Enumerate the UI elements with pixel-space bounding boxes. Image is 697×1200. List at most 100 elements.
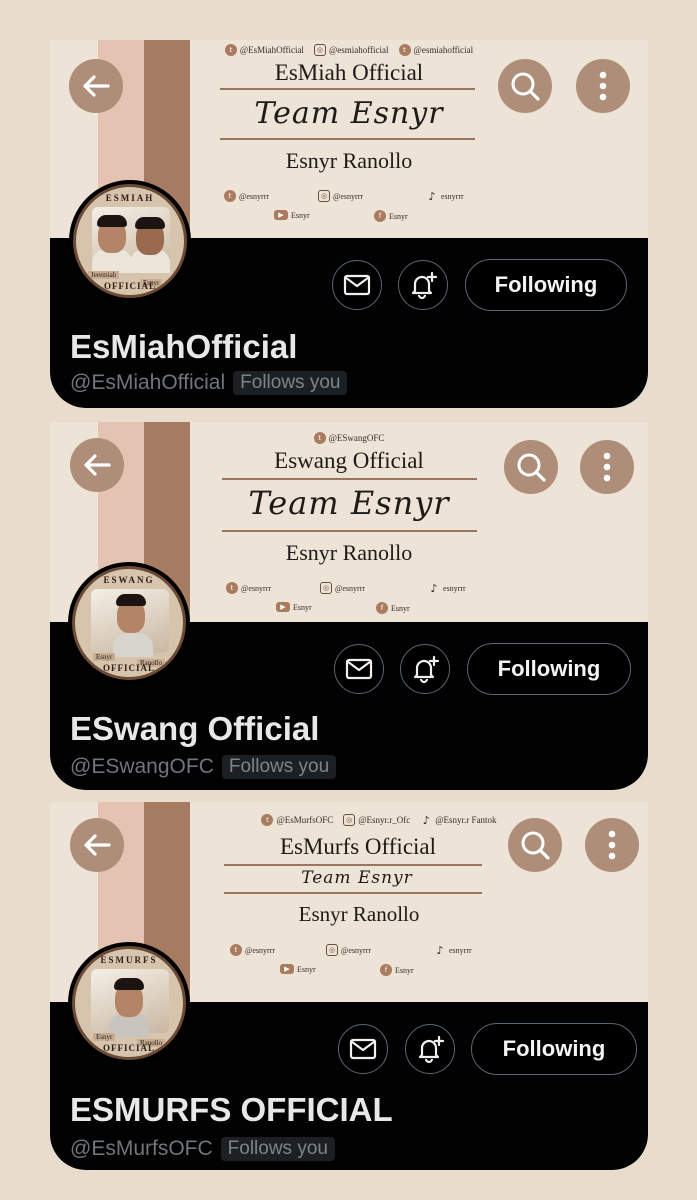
avatar[interactable]: ESMIAH Jeremiah Esnyr OFFICIAL [69,180,191,302]
banner-social-item: t @esnyrrr [226,582,271,594]
bell-plus-icon [413,655,440,684]
more-vertical-icon [603,452,611,482]
avatar[interactable]: ESWANG Esnyr Ranollo OFFICIAL [68,562,190,684]
banner-top-socials: t @EsMurfsOFC ◎ @Esnyr.r_Ofc ♪ @Esnyr.r Fan… [80,814,648,826]
message-button[interactable] [332,260,382,310]
banner-social-item: ♪ @Esnyr.r Fantok [420,814,497,826]
facebook-icon: f [380,964,392,976]
notifications-button[interactable] [398,260,448,310]
tiktok-icon: ♪ [430,581,438,595]
twitter-icon: t [226,582,238,594]
youtube-icon: ▶ [276,602,290,612]
search-button[interactable] [508,818,562,872]
profile-card-esmurfs: t @EsMurfsOFC ◎ @Esnyr.r_Ofc ♪ @Esnyr.r Fan… [50,802,648,1170]
banner-social-item: ◎ @esnyrrr [326,944,371,956]
tiktok-icon: ♪ [428,189,436,203]
photo-shape [113,633,153,657]
banner-social-item: t @ESwangOFC [313,432,384,444]
notifications-button[interactable] [405,1024,455,1074]
instagram-icon: ◎ [313,44,326,56]
search-icon [511,72,540,101]
handle-row: @EsMurfsOFC Follows you [70,1137,335,1161]
avatar-image: ESWANG Esnyr Ranollo OFFICIAL [72,566,186,680]
envelope-icon [343,274,371,296]
banner-social-item: t @esnyrrr [224,190,269,202]
banner-script-text: Team Esnyr [301,868,413,888]
following-button[interactable]: Following [465,259,627,311]
facebook-icon: f [374,210,386,222]
banner-top-socials: t @EsMiahOfficial ◎ @esmiahofficial t @esmi… [50,44,648,56]
avatar[interactable]: ESMURFS Esnyr Ranollo OFFICIAL [68,942,190,1064]
banner-owner-name: Esnyr Ranollo [285,148,413,173]
banner-social-item: t @esnyrrr [230,944,275,956]
bell-plus-icon [411,271,438,300]
banner-social-item: t @esmiahofficial [398,44,473,56]
banner-title: EsMiah Official [274,60,424,85]
avatar-name-tag: Esnyr [93,653,116,661]
profile-card-esmiah: t @EsMiahOfficial ◎ @esmiahofficial t @esmi… [50,40,648,408]
banner-divider [224,892,482,894]
twitter-icon: t [224,44,237,56]
display-name: EsMiahOfficial [70,328,298,365]
banner-social-item: t @EsMiahOfficial [224,44,304,56]
more-vertical-icon [608,830,616,860]
back-button[interactable] [70,438,124,492]
more-options-button[interactable] [576,59,630,113]
envelope-icon [345,658,373,680]
user-handle: @ESwangOFC [70,755,214,778]
banner-social-item: ▶ Esnyr [274,210,310,220]
banner-social-item: ▶ Esnyr [276,602,312,612]
youtube-icon: ▶ [274,210,288,220]
following-button[interactable]: Following [467,643,631,695]
arrow-left-icon [84,454,111,476]
search-icon [517,453,546,482]
envelope-icon [349,1038,377,1060]
notifications-button[interactable] [400,644,450,694]
twitter-icon: t [313,432,326,444]
arrow-left-icon [83,75,110,97]
handle-row: @ESwangOFC Follows you [70,755,337,779]
photo-shape [135,217,165,229]
avatar-ring-text: OFFICIAL [103,281,156,291]
avatar-ring-text: ESWANG [103,575,155,585]
photo-shape [114,978,144,990]
instagram-icon: ◎ [320,582,332,594]
more-options-button[interactable] [580,440,634,494]
avatar-ring-text: ESMIAH [105,193,155,203]
back-button[interactable] [69,59,123,113]
avatar-name-tag: Jeremiah [88,271,120,279]
avatar-photo [91,589,169,657]
avatar-photo [91,969,169,1037]
search-button[interactable] [498,59,552,113]
photo-shape [97,215,127,227]
banner-social-item: ▶ Esnyr [280,964,316,974]
following-button[interactable]: Following [471,1023,637,1075]
banner-owner-name: Esnyr Ranollo [298,902,420,926]
youtube-icon: ▶ [280,964,294,974]
message-button[interactable] [338,1024,388,1074]
twitter-icon: t [230,944,242,956]
banner-top-socials: t @ESwangOFC [50,432,648,444]
banner-social-item: ♪ esnyrrr [434,944,471,956]
search-icon [521,831,550,860]
banner-title: Eswang Official [274,448,424,473]
avatar-photo [92,207,170,273]
banner-social-item: t @EsMurfsOFC [261,814,333,826]
twitter-icon: t [261,814,274,826]
twitter-icon: t [224,190,236,202]
search-button[interactable] [504,440,558,494]
user-handle: @EsMurfsOFC [70,1137,213,1160]
more-vertical-icon [599,71,607,101]
facebook-icon: f [376,602,388,614]
banner-divider [224,864,482,866]
more-options-button[interactable] [585,818,639,872]
instagram-icon: ◎ [326,944,338,956]
photo-shape [116,594,146,606]
banner-social-item: ◎ @esnyrrr [320,582,365,594]
twitter-icon: t [398,44,411,56]
display-name: ESMURFS OFFICIAL [70,1091,393,1128]
banner-script-text: Team Esnyr [254,96,444,131]
follows-you-badge: Follows you [233,371,348,395]
message-button[interactable] [334,644,384,694]
back-button[interactable] [70,818,124,872]
